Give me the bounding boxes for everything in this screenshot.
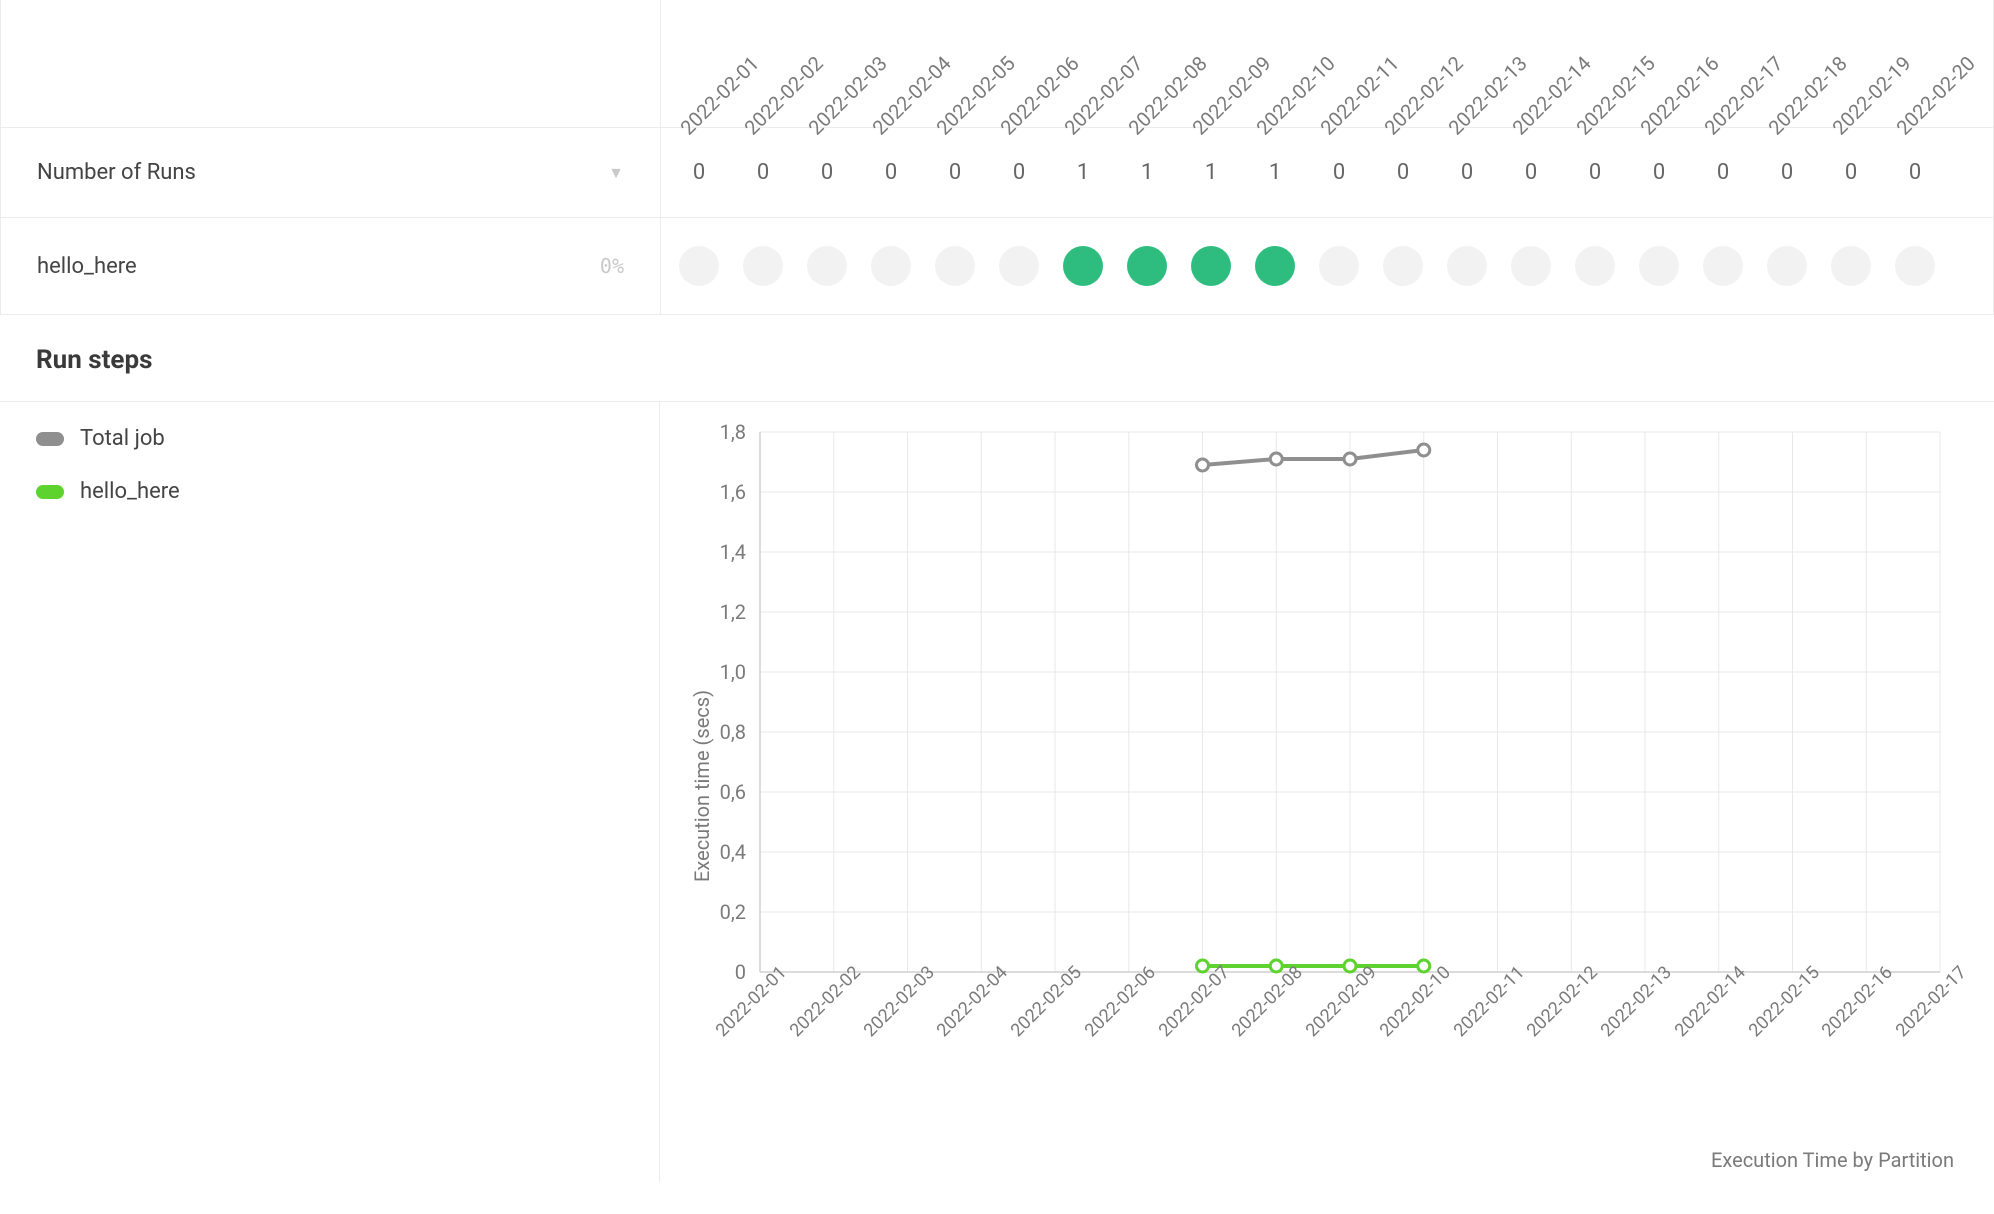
partition-run-count: 0 <box>1691 128 1755 218</box>
partition-run-count: 0 <box>1627 128 1691 218</box>
data-point[interactable] <box>1344 453 1356 465</box>
partition-status-cell[interactable] <box>1115 218 1179 314</box>
partition-run-count: 1 <box>1243 128 1307 218</box>
y-tick-label: 1,4 <box>706 540 746 564</box>
partition-status-cell[interactable] <box>923 218 987 314</box>
legend-swatch <box>36 432 64 446</box>
partition-run-count: 0 <box>1435 128 1499 218</box>
legend-swatch <box>36 485 64 499</box>
status-dot-success <box>1191 246 1231 286</box>
partition-status-cell[interactable] <box>1883 218 1947 314</box>
partition-run-count: 0 <box>987 128 1051 218</box>
partition-run-count: 1 <box>1115 128 1179 218</box>
data-point[interactable] <box>1270 453 1282 465</box>
status-dot-empty <box>1639 246 1679 286</box>
status-dot-empty <box>871 246 911 286</box>
partition-status-cell[interactable] <box>1627 218 1691 314</box>
chart-title: Execution Time by Partition <box>1711 1148 1954 1172</box>
partition-run-count: 0 <box>731 128 795 218</box>
step-name: hello_here <box>37 254 137 279</box>
status-dot-empty <box>999 246 1039 286</box>
step-success-percent: 0% <box>600 254 624 278</box>
legend-item[interactable]: hello_here <box>36 479 623 504</box>
status-dot-success <box>1255 246 1295 286</box>
partition-run-count: 0 <box>1755 128 1819 218</box>
chart-legend: Total job hello_here <box>0 402 660 1182</box>
status-dot-empty <box>1575 246 1615 286</box>
partition-run-count: 0 <box>1819 128 1883 218</box>
status-dot-empty <box>1383 246 1423 286</box>
series-line <box>1203 450 1424 465</box>
partition-status-cell[interactable] <box>1371 218 1435 314</box>
partition-run-count: 1 <box>1051 128 1115 218</box>
chart-area: Execution time (secs) 2022-02-012022-02-… <box>660 402 1994 1182</box>
y-tick-label: 1,0 <box>706 660 746 684</box>
data-point[interactable] <box>1418 960 1430 972</box>
partition-matrix: Number of Runs ▼ hello_here 0% 2022-02-0… <box>0 0 1994 315</box>
partition-status-cell[interactable] <box>859 218 923 314</box>
partition-run-count: 0 <box>795 128 859 218</box>
partition-status-cell[interactable] <box>1755 218 1819 314</box>
partition-run-count: 1 <box>1179 128 1243 218</box>
legend-label: Total job <box>80 426 165 451</box>
partition-status-cell[interactable] <box>1819 218 1883 314</box>
y-tick-label: 0,6 <box>706 780 746 804</box>
status-dot-success <box>1063 246 1103 286</box>
partition-run-count: 0 <box>1883 128 1947 218</box>
partition-status-cell[interactable] <box>731 218 795 314</box>
status-dot-success <box>1127 246 1167 286</box>
data-point[interactable] <box>1418 444 1430 456</box>
y-tick-label: 1,2 <box>706 600 746 624</box>
partition-status-cell[interactable] <box>1435 218 1499 314</box>
status-dot-empty <box>1895 246 1935 286</box>
partition-run-count: 0 <box>1563 128 1627 218</box>
y-tick-label: 1,6 <box>706 480 746 504</box>
status-dot-empty <box>1319 246 1359 286</box>
status-dot-empty <box>679 246 719 286</box>
partition-status-cell[interactable] <box>1307 218 1371 314</box>
legend-item[interactable]: Total job <box>36 426 623 451</box>
status-dot-empty <box>1831 246 1871 286</box>
status-dot-empty <box>1511 246 1551 286</box>
status-dot-empty <box>935 246 975 286</box>
data-point[interactable] <box>1344 960 1356 972</box>
status-dot-empty <box>1767 246 1807 286</box>
chevron-down-icon[interactable]: ▼ <box>608 163 624 183</box>
partition-status-cell[interactable] <box>1691 218 1755 314</box>
partition-status-cell[interactable] <box>1179 218 1243 314</box>
y-tick-label: 0,4 <box>706 840 746 864</box>
partition-status-cell[interactable] <box>1563 218 1627 314</box>
partition-run-count: 0 <box>667 128 731 218</box>
status-dot-empty <box>807 246 847 286</box>
partition-run-count: 0 <box>1499 128 1563 218</box>
partition-run-count: 0 <box>923 128 987 218</box>
status-dot-empty <box>743 246 783 286</box>
runs-label: Number of Runs <box>37 160 196 185</box>
partition-status-cell[interactable] <box>1243 218 1307 314</box>
data-point[interactable] <box>1270 960 1282 972</box>
legend-label: hello_here <box>80 479 180 504</box>
runs-count-row-header[interactable]: Number of Runs ▼ <box>1 128 660 218</box>
data-point[interactable] <box>1197 459 1209 471</box>
data-point[interactable] <box>1197 960 1209 972</box>
status-dot-empty <box>1703 246 1743 286</box>
partition-run-count: 0 <box>859 128 923 218</box>
partition-status-cell[interactable] <box>795 218 859 314</box>
status-dot-empty <box>1447 246 1487 286</box>
partition-status-cell[interactable] <box>987 218 1051 314</box>
partition-status-cell[interactable] <box>1051 218 1115 314</box>
partition-status-cell[interactable] <box>1499 218 1563 314</box>
y-tick-label: 0,2 <box>706 900 746 924</box>
run-steps-heading: Run steps <box>0 315 1994 402</box>
execution-time-chart-section: Total job hello_here Execution time (secs… <box>0 402 1994 1182</box>
partition-run-count: 0 <box>1371 128 1435 218</box>
y-tick-label: 1,8 <box>706 420 746 444</box>
partition-status-cell[interactable] <box>667 218 731 314</box>
partition-run-count: 0 <box>1307 128 1371 218</box>
step-row-header[interactable]: hello_here 0% <box>1 218 660 314</box>
y-tick-label: 0,8 <box>706 720 746 744</box>
y-tick-label: 0 <box>706 960 746 984</box>
line-chart[interactable] <box>680 422 1980 1022</box>
